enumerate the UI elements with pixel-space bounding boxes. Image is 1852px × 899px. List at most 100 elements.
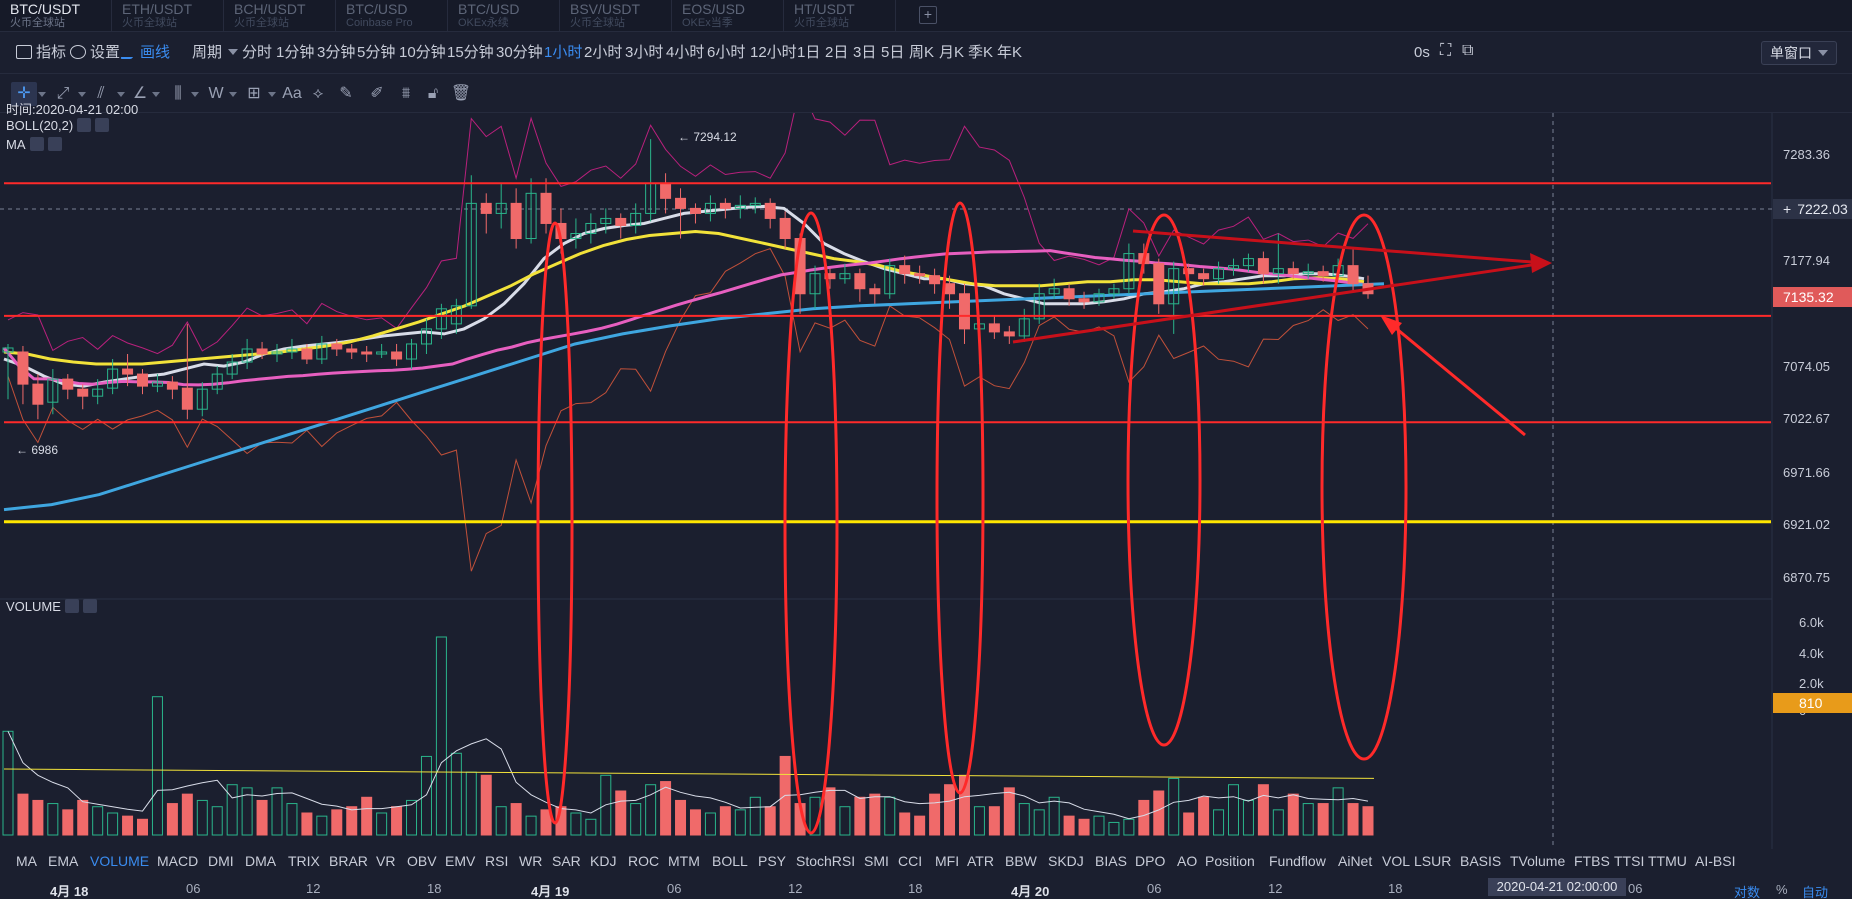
candle-body[interactable] <box>346 348 358 353</box>
indicator-tab[interactable]: VOLUME <box>90 853 149 869</box>
indicator-tab[interactable]: EMV <box>445 853 475 869</box>
interval-option[interactable]: 季K <box>968 44 993 62</box>
indicator-tab[interactable]: PSY <box>758 853 786 869</box>
volume-bar[interactable] <box>137 818 149 836</box>
pair-tab[interactable]: BCH/USDT 火币全球站 <box>224 0 336 32</box>
indicator-tab[interactable]: BASIS <box>1460 853 1501 869</box>
interval-option[interactable]: 3分钟 <box>317 44 355 62</box>
indicator-tab[interactable]: KDJ <box>590 853 616 869</box>
candle-body[interactable] <box>914 273 926 277</box>
volume-bar[interactable] <box>689 809 701 836</box>
indicator-tab[interactable]: SMI <box>864 853 889 869</box>
pair-tab[interactable]: HT/USDT 火币全球站 <box>784 0 896 32</box>
interval-option[interactable]: 12小时 <box>750 44 797 62</box>
indicator-tab[interactable]: RSI <box>485 853 508 869</box>
volume-bar[interactable] <box>899 812 911 836</box>
volume-bar[interactable] <box>1003 787 1015 836</box>
candle-body[interactable] <box>137 373 149 387</box>
candle-body[interactable] <box>32 383 44 405</box>
volume-bar[interactable] <box>719 806 731 836</box>
indicator-tab[interactable]: TTSI <box>1614 853 1644 869</box>
indicator-tab[interactable]: VOL <box>1382 853 1410 869</box>
candle-body[interactable] <box>256 348 268 355</box>
volume-bar[interactable] <box>1063 815 1075 836</box>
indicator-tab[interactable]: MACD <box>157 853 198 869</box>
indicator-tab[interactable]: BBW <box>1005 853 1037 869</box>
indicator-tab[interactable]: WR <box>519 853 542 869</box>
lock-icon[interactable]: 🔓︎ <box>420 82 446 106</box>
volume-bar[interactable] <box>1287 793 1299 836</box>
indicator-tab[interactable]: AiNet <box>1338 853 1372 869</box>
candle-body[interactable] <box>944 283 956 295</box>
interval-option[interactable]: 分时 <box>242 44 272 62</box>
candle-body[interactable] <box>869 288 881 295</box>
indicator-tab[interactable]: Position <box>1205 853 1255 869</box>
indicator-tab[interactable]: TRIX <box>288 853 320 869</box>
indicator-tab[interactable]: AO <box>1177 853 1197 869</box>
volume-bar[interactable] <box>675 799 687 836</box>
candle-pattern-tool-icon[interactable]: ⫼ <box>165 82 191 106</box>
indicator-tab[interactable]: SAR <box>552 853 581 869</box>
interval-option[interactable]: 月K <box>939 44 964 62</box>
pair-tab[interactable]: BTC/USD Coinbase Pro <box>336 0 448 32</box>
volume-bar[interactable] <box>929 793 941 836</box>
volume-bar[interactable] <box>62 809 74 836</box>
brush-tool-icon[interactable]: ✐ <box>364 82 390 106</box>
candle-body[interactable] <box>1063 288 1075 300</box>
pair-tab[interactable]: EOS/USD OKEx当季 <box>672 0 784 32</box>
interval-option[interactable]: 周K <box>909 44 934 62</box>
candle-body[interactable] <box>1003 331 1015 337</box>
candle-body[interactable] <box>615 217 627 226</box>
indicator-tab[interactable]: OBV <box>407 853 437 869</box>
volume-bar[interactable] <box>764 806 776 836</box>
candle-body[interactable] <box>62 378 74 390</box>
screenshot-icon[interactable]: ⧉ <box>1462 42 1473 60</box>
candle-body[interactable] <box>1347 265 1359 285</box>
candle-body[interactable] <box>854 273 866 290</box>
fibonacci-tool-icon[interactable]: ⩩ <box>393 82 419 106</box>
candle-body[interactable] <box>1078 298 1090 303</box>
gear-icon[interactable] <box>77 118 92 132</box>
candle-body[interactable] <box>958 293 970 330</box>
candle-body[interactable] <box>1287 268 1299 275</box>
gear-icon[interactable] <box>29 137 44 151</box>
trash-icon[interactable]: 🗑︎ <box>448 82 474 106</box>
indicator-tab[interactable]: BOLL <box>712 853 748 869</box>
volume-bar[interactable] <box>1362 806 1374 836</box>
interval-option[interactable]: 5分钟 <box>357 44 395 62</box>
volume-bar[interactable] <box>1183 812 1195 836</box>
volume-bar[interactable] <box>346 806 358 836</box>
indicators-button[interactable]: 指标 <box>16 44 66 62</box>
indicator-tab[interactable]: LSUR <box>1414 853 1451 869</box>
interval-option[interactable]: 4小时 <box>666 44 704 62</box>
volume-bar[interactable] <box>181 793 193 836</box>
volume-bar[interactable] <box>615 790 627 836</box>
indicator-tab[interactable]: ROC <box>628 853 659 869</box>
candle-body[interactable] <box>779 217 791 240</box>
indicator-tab[interactable]: DMA <box>245 853 276 869</box>
candle-body[interactable] <box>1153 263 1165 305</box>
volume-bar[interactable] <box>361 796 373 836</box>
volume-bar[interactable] <box>1347 803 1359 836</box>
candle-body[interactable] <box>675 197 687 209</box>
candle-body[interactable] <box>764 202 776 219</box>
interval-option[interactable]: 6小时 <box>707 44 745 62</box>
candle-body[interactable] <box>1317 271 1329 277</box>
interval-option[interactable]: 年K <box>997 44 1022 62</box>
shapes-tool-icon[interactable]: ⟡ <box>305 82 331 106</box>
candle-body[interactable] <box>122 368 134 375</box>
candle-body[interactable] <box>929 275 941 285</box>
volume-bar[interactable] <box>77 799 89 836</box>
wave-tool-icon[interactable]: W <box>203 82 229 106</box>
indicator-tab[interactable]: AI-BSI <box>1695 853 1735 869</box>
ruler-tool-icon[interactable]: ✎ <box>333 82 359 106</box>
indicator-tab[interactable]: TVolume <box>1510 853 1565 869</box>
interval-option[interactable]: 1分钟 <box>276 44 314 62</box>
close-icon[interactable] <box>95 118 110 132</box>
interval-option[interactable]: 1日 <box>797 44 820 62</box>
volume-bar[interactable] <box>301 812 313 836</box>
fullscreen-icon[interactable]: ⛶ <box>1440 42 1451 60</box>
text-tool-icon[interactable]: Aa <box>279 82 305 106</box>
add-tab-button[interactable]: + <box>919 6 937 24</box>
volume-bar[interactable] <box>660 781 672 836</box>
